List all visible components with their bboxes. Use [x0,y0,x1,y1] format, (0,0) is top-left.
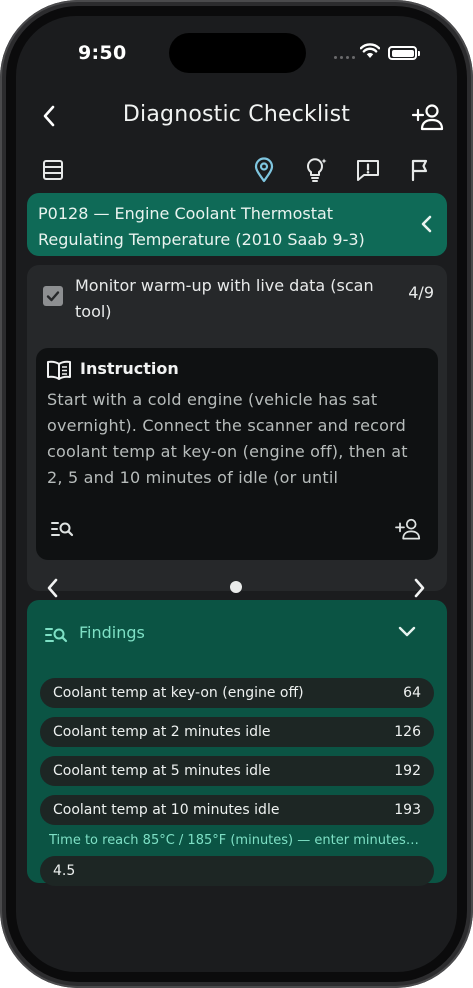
finding-label: Coolant temp at 2 minutes idle [53,724,271,740]
diagnosis-title: P0128 — Engine Coolant Thermostat Regula… [38,204,365,249]
list-icon [43,160,63,180]
page-title: Diagnostic Checklist [122,102,351,127]
status-time: 9:50 [78,42,127,64]
instruction-panel: Instruction Start with a cold engine (ve… [36,348,438,560]
instruction-text: Start with a cold engine (vehicle has sa… [47,390,408,487]
finding-value: 64 [403,685,421,701]
finding-label: Coolant temp at key-on (engine off) [53,685,304,701]
step-title: Monitor warm-up with live data (scan too… [75,276,374,321]
wifi-icon [360,43,380,58]
location-pin-icon [254,157,274,183]
add-person-button[interactable] [411,102,445,132]
finding-value: 126 [394,724,421,740]
finding-row[interactable]: Coolant temp at 2 minutes idle 126 [40,717,434,747]
page-indicator-dot [230,581,242,593]
time-to-temp-label: Time to reach 85°C / 185°F (minutes) — e… [49,833,419,848]
flag-icon [411,159,428,182]
cellular-signal-icon [334,56,355,59]
findings-title: Findings [79,623,145,642]
next-step-button[interactable] [411,578,427,598]
previous-step-button[interactable] [45,578,61,598]
instruction-heading: Instruction [80,359,179,378]
report-icon [357,160,379,181]
finding-row[interactable]: Coolant temp at 10 minutes idle 193 [40,795,434,825]
tips-button[interactable] [302,156,330,184]
finding-row[interactable]: Coolant temp at 5 minutes idle 192 [40,756,434,786]
findings-section: Findings Coolant temp at key-on (engine … [27,600,447,886]
dynamic-island [169,33,306,73]
finding-label: Coolant temp at 10 minutes idle [53,802,280,818]
finding-row[interactable]: Coolant temp at key-on (engine off) 64 [40,678,434,708]
search-list-icon[interactable] [50,520,74,538]
report-issue-button[interactable] [354,156,382,184]
book-icon [47,360,71,380]
flag-button[interactable] [406,156,434,184]
chevron-left-icon [43,105,55,127]
list-view-button[interactable] [39,156,67,184]
location-button[interactable] [250,156,278,184]
back-button[interactable] [34,100,64,132]
step-counter: 4/9 [408,283,434,302]
chevron-down-icon[interactable] [397,625,417,639]
finding-label: Coolant temp at 5 minutes idle [53,763,271,779]
finding-value: 193 [394,802,421,818]
lightbulb-icon [307,158,327,182]
diagnosis-banner[interactable]: P0128 — Engine Coolant Thermostat Regula… [27,193,447,256]
person-add-icon [411,104,444,131]
checkmark-icon [46,291,60,302]
chevron-left-icon [421,215,432,233]
person-add-icon[interactable] [394,517,422,541]
app-screen: 9:50 Diagnostic Checklist P0128 — Engine… [16,16,457,972]
finding-value: 192 [394,763,421,779]
time-to-temp-field[interactable]: 4.5 [40,856,434,886]
step-checkbox[interactable] [43,286,63,306]
step-card: Monitor warm-up with live data (scan too… [27,265,447,598]
search-list-icon [45,628,68,643]
battery-icon [388,46,420,60]
